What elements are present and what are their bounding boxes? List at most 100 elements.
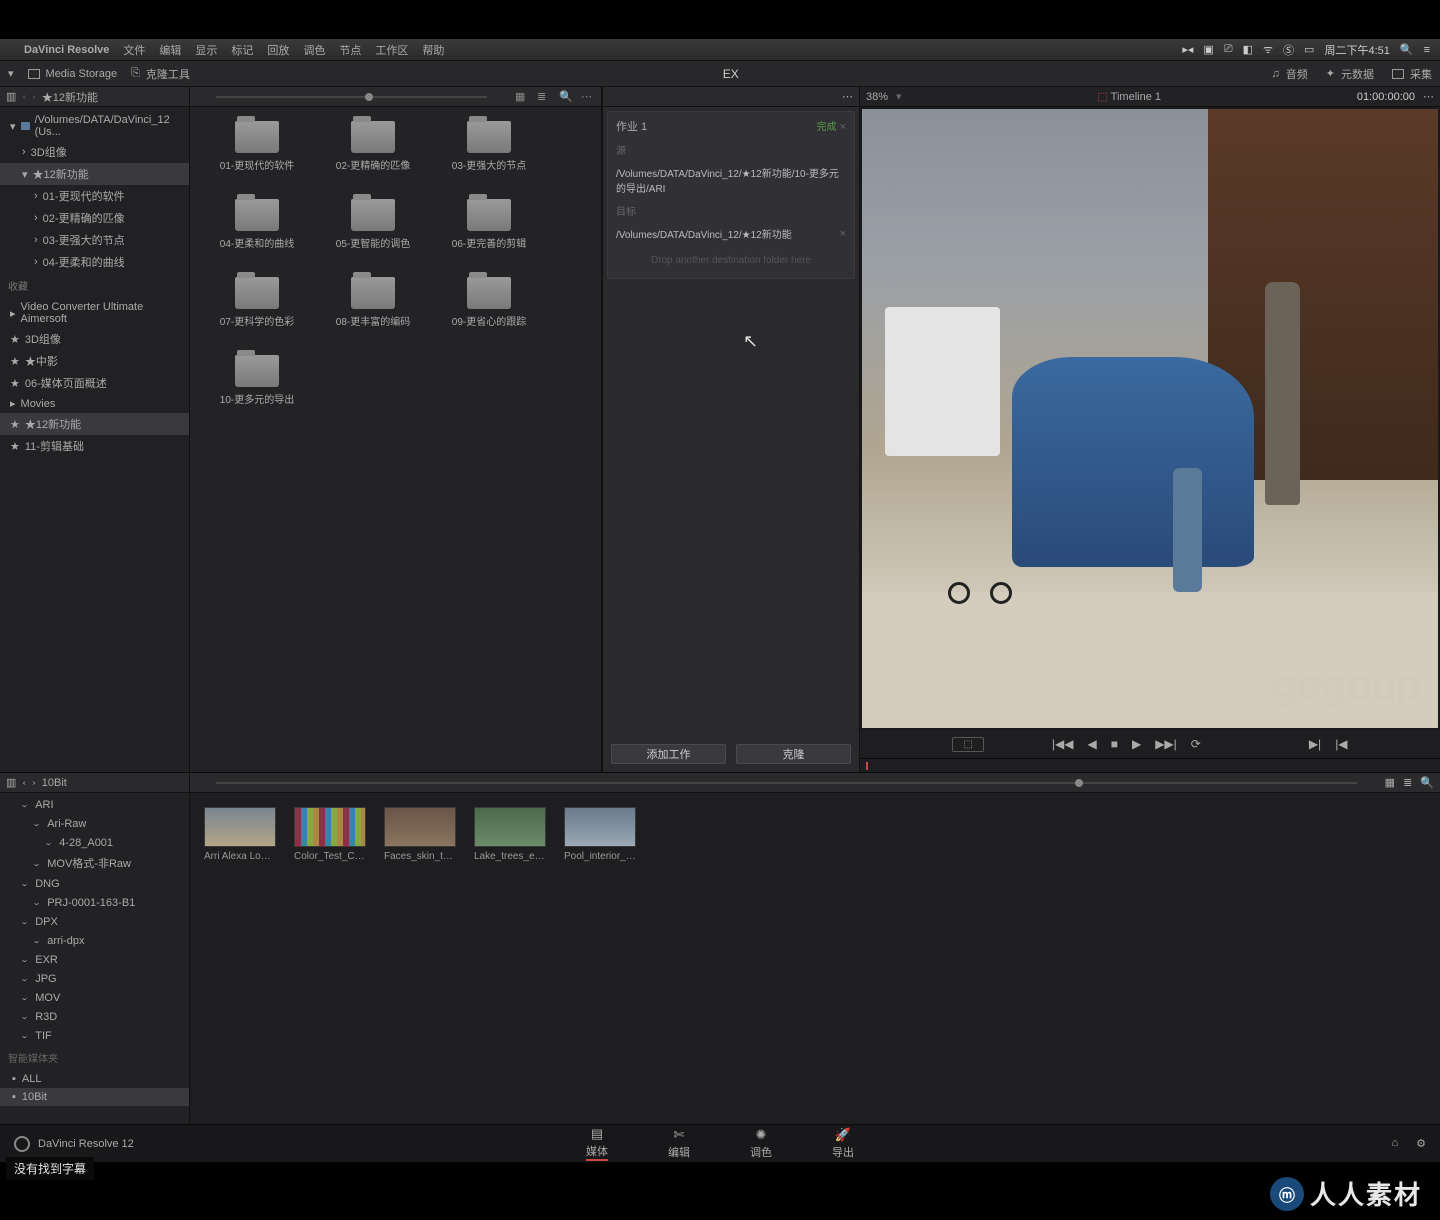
- folder-item[interactable]: 08-更丰富的编码: [318, 273, 428, 351]
- next-edit-icon[interactable]: |◀: [1335, 737, 1347, 751]
- search-icon[interactable]: 🔍: [559, 90, 573, 104]
- folder-item[interactable]: 06-更完善的剪辑: [434, 195, 544, 273]
- smart-bin-item[interactable]: ▪10Bit: [0, 1088, 189, 1106]
- menu-file[interactable]: 文件: [123, 42, 145, 58]
- menu-help[interactable]: 帮助: [422, 42, 444, 58]
- folder-item[interactable]: 02-更精确的匹像: [318, 117, 428, 195]
- favorite-item[interactable]: ▸Video Converter Ultimate Aimersoft: [0, 298, 189, 328]
- pool-tree-item[interactable]: ⌄R3D: [0, 1007, 189, 1026]
- smart-bin-item[interactable]: ▪ALL: [0, 1070, 189, 1088]
- loop-icon[interactable]: ⟳: [1191, 737, 1201, 751]
- favorite-item[interactable]: ★11-剪辑基础: [0, 435, 189, 457]
- pool-tree-item[interactable]: ⌄DNG: [0, 874, 189, 893]
- pool-tree-item[interactable]: ⌄arri-dpx: [0, 931, 189, 950]
- nav-fwd-icon[interactable]: ›: [32, 778, 36, 786]
- search-icon[interactable]: 🔍: [1420, 776, 1434, 789]
- options-icon[interactable]: ⋯: [842, 90, 853, 103]
- options-icon[interactable]: ⋯: [581, 90, 595, 104]
- menu-workspace[interactable]: 工作区: [375, 42, 408, 58]
- play-reverse-icon[interactable]: ◀: [1087, 737, 1096, 751]
- menu-color[interactable]: 调色: [303, 42, 325, 58]
- folder-item[interactable]: 01-更现代的软件: [202, 117, 312, 195]
- pool-tree-item[interactable]: ⌄ARI: [0, 795, 189, 814]
- favorite-item[interactable]: ▸Movies: [0, 394, 189, 413]
- playhead-icon[interactable]: [866, 762, 868, 770]
- favorite-item[interactable]: ★★中影: [0, 350, 189, 372]
- pool-tree-item[interactable]: ⌄DPX: [0, 912, 189, 931]
- clip-item[interactable]: Faces_skin_tone_...: [384, 807, 456, 862]
- menu-playback[interactable]: 回放: [267, 42, 289, 58]
- list-view-icon[interactable]: ≣: [1403, 776, 1412, 789]
- metadata-toggle[interactable]: ✦元数据: [1326, 66, 1374, 82]
- clone-button[interactable]: 克隆: [736, 744, 851, 764]
- clip-item[interactable]: Arri Alexa LogC 1...: [204, 807, 276, 862]
- last-frame-icon[interactable]: ▶▶|: [1155, 737, 1177, 751]
- folder-item[interactable]: 07-更科学的色彩: [202, 273, 312, 351]
- thumbnail-size-slider[interactable]: [216, 782, 1357, 784]
- audio-toggle[interactable]: ♫音频: [1272, 66, 1308, 82]
- viewer-canvas[interactable]: gogoup ▶|: [862, 109, 1438, 728]
- tab-color[interactable]: ✺调色: [750, 1127, 772, 1160]
- favorite-item[interactable]: ★3D组像: [0, 328, 189, 350]
- folder-grid[interactable]: 01-更现代的软件02-更精确的匹像03-更强大的节点 04-更柔和的曲线05-更…: [190, 107, 601, 772]
- menu-node[interactable]: 节点: [339, 42, 361, 58]
- clip-grid[interactable]: Arri Alexa LogC 1...Color_Test_Chart_...…: [190, 793, 1440, 1124]
- grid-view-icon[interactable]: ▦: [1385, 776, 1395, 789]
- media-storage-toggle[interactable]: Media Storage: [28, 68, 118, 80]
- folder-item[interactable]: 09-更省心的跟踪: [434, 273, 544, 351]
- menu-view[interactable]: 显示: [195, 42, 217, 58]
- tree-item[interactable]: ›3D组像: [0, 141, 189, 163]
- pool-tree-item[interactable]: ⌄4-28_A001: [0, 833, 189, 852]
- grid-view-icon[interactable]: ▦: [515, 90, 529, 104]
- clip-item[interactable]: Pool_interior_Log...: [564, 807, 636, 862]
- pool-tree-item[interactable]: ⌄EXR: [0, 950, 189, 969]
- tree-item[interactable]: ▾★12新功能: [0, 163, 189, 185]
- list-view-icon[interactable]: ≣: [537, 90, 551, 104]
- folder-item[interactable]: 04-更柔和的曲线: [202, 195, 312, 273]
- capture-toggle[interactable]: 采集: [1392, 66, 1432, 82]
- timecode[interactable]: 01:00:00:00: [1357, 91, 1415, 103]
- gear-icon[interactable]: ⚙: [1416, 1137, 1426, 1150]
- first-frame-icon[interactable]: |◀◀: [1052, 737, 1074, 751]
- pool-tree-item[interactable]: ⌄TIF: [0, 1026, 189, 1045]
- clone-job[interactable]: 作业 1完成 × 源 /Volumes/DATA/DaVinci_12/★12新…: [607, 111, 855, 279]
- layout-toggle-icon[interactable]: ▾: [8, 67, 14, 80]
- tab-edit[interactable]: ✄编辑: [668, 1127, 690, 1160]
- nav-back-icon[interactable]: ‹: [22, 92, 26, 100]
- folder-item[interactable]: 05-更智能的调色: [318, 195, 428, 273]
- drop-hint[interactable]: Drop another destination folder here: [616, 249, 846, 272]
- stop-icon[interactable]: ■: [1111, 737, 1118, 751]
- pool-tree-item[interactable]: ⌄MOV: [0, 988, 189, 1007]
- pool-tree-item[interactable]: ⌄MOV格式-非Raw: [0, 852, 189, 874]
- tab-deliver[interactable]: 🚀导出: [832, 1127, 854, 1160]
- breadcrumb[interactable]: 10Bit: [42, 777, 67, 789]
- tree-item[interactable]: ›01-更现代的软件: [0, 185, 189, 207]
- folder-item[interactable]: 03-更强大的节点: [434, 117, 544, 195]
- folder-item[interactable]: 10-更多元的导出: [202, 351, 312, 429]
- app-name[interactable]: DaVinci Resolve: [24, 44, 109, 56]
- favorite-item[interactable]: ★★12新功能: [0, 413, 189, 435]
- play-icon[interactable]: ▶: [1132, 737, 1141, 751]
- favorite-item[interactable]: ★06-媒体页面概述: [0, 372, 189, 394]
- scrub-bar[interactable]: [860, 758, 1440, 772]
- thumbnail-size-slider[interactable]: [216, 96, 487, 98]
- timeline-name[interactable]: Timeline 1: [1111, 91, 1161, 103]
- pool-tree-item[interactable]: ⌄Ari-Raw: [0, 814, 189, 833]
- options-icon[interactable]: ⋯: [1423, 90, 1434, 103]
- pool-tree-item[interactable]: ⌄JPG: [0, 969, 189, 988]
- tree-item[interactable]: ›03-更强大的节点: [0, 229, 189, 251]
- sidebar-toggle-icon[interactable]: ▥: [6, 776, 16, 789]
- prev-edit-icon[interactable]: ▶|: [1309, 737, 1321, 751]
- spotlight-icon[interactable]: 🔍: [1400, 43, 1414, 56]
- close-icon[interactable]: ×: [840, 121, 846, 133]
- sidebar-toggle-icon[interactable]: ▥: [6, 90, 16, 103]
- tab-media[interactable]: ▤媒体: [586, 1126, 608, 1161]
- breadcrumb[interactable]: ★12新功能: [42, 89, 98, 105]
- remove-dest-icon[interactable]: ×: [840, 228, 846, 240]
- menu-mark[interactable]: 标记: [231, 42, 253, 58]
- zoom-level[interactable]: 38%: [866, 91, 888, 103]
- menu-icon[interactable]: ≡: [1424, 44, 1430, 56]
- pool-tree-item[interactable]: ⌄PRJ-0001-163-B1: [0, 893, 189, 912]
- tree-item[interactable]: ›04-更柔和的曲线: [0, 251, 189, 273]
- fit-button[interactable]: ⬚: [952, 737, 983, 752]
